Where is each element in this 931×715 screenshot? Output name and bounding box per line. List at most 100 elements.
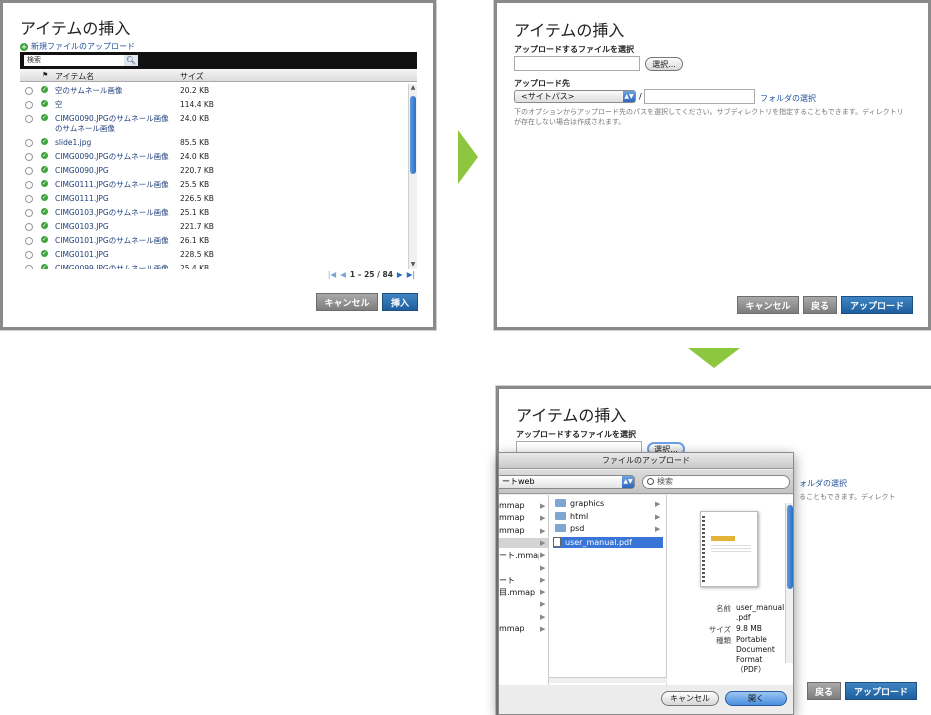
cancel-button[interactable]: キャンセル — [316, 293, 378, 311]
row-radio[interactable] — [25, 115, 33, 123]
row-name[interactable]: CIMG0101.JPG — [55, 250, 175, 260]
row-name[interactable]: slide1.jpg — [55, 138, 175, 148]
table-row[interactable]: ✓ slide1.jpg 85.5 KB — [20, 135, 417, 149]
preview-scrollbar[interactable] — [785, 503, 793, 663]
sheet-search-input[interactable]: 検索 — [642, 475, 790, 489]
new-file-upload-link[interactable]: + 新規ファイルのアップロード — [20, 41, 135, 52]
row-name[interactable]: CIMG0099.JPGのサムネール画像 — [55, 264, 175, 269]
first-page-icon[interactable]: |◀ — [328, 270, 336, 279]
sheet-cancel-button[interactable]: キャンセル — [661, 691, 719, 706]
choose-file-button[interactable]: 選択... — [645, 57, 683, 71]
row-radio[interactable] — [25, 181, 33, 189]
row-radio[interactable] — [25, 87, 33, 95]
browser-item[interactable]: graphics — [555, 499, 661, 510]
table-row[interactable]: ✓ CIMG0099.JPGのサムネール画像 25.4 KB — [20, 261, 417, 269]
browser-item[interactable]: html — [555, 511, 661, 523]
destination-hint: ることもできます。ディレクト — [799, 493, 896, 501]
browser-item[interactable]: mmap — [499, 513, 539, 522]
prev-page-icon[interactable]: ◀ — [340, 270, 346, 279]
checkmark-icon: ✓ — [41, 180, 48, 187]
search-icon[interactable]: 🔍︎ — [124, 55, 138, 66]
destination-select[interactable]: <サイトパス> ▲▼ — [514, 90, 636, 103]
checkmark-icon: ✓ — [41, 250, 48, 257]
table-row[interactable]: ✓ CIMG0111.JPGのサムネール画像 25.5 KB — [20, 177, 417, 191]
select-folder-link[interactable]: フォルダの選択 — [760, 93, 816, 104]
search-input[interactable]: 検索 — [24, 55, 138, 66]
browser-item-selected[interactable]: user_manual.pdf — [553, 536, 663, 548]
table-row[interactable]: ✓ CIMG0090.JPGのサムネール画像のサムネール画像 24.0 KB — [20, 111, 417, 135]
table-scrollbar[interactable]: ▲ ▼ — [408, 84, 417, 269]
browser-item[interactable]: psd — [555, 524, 661, 535]
row-radio[interactable] — [25, 153, 33, 161]
table-row[interactable]: ✓ CIMG0090.JPGのサムネール画像 24.0 KB — [20, 149, 417, 163]
scroll-thumb[interactable] — [787, 505, 793, 589]
browser-item-label: html — [570, 511, 589, 521]
browser-item[interactable]: ート — [499, 575, 539, 586]
row-name[interactable]: CIMG0111.JPGのサムネール画像 — [55, 180, 175, 190]
row-size: 85.5 KB — [180, 138, 210, 147]
browser-item[interactable]: mmap — [499, 501, 539, 510]
subdirectory-input[interactable] — [644, 89, 755, 104]
back-button[interactable]: 戻る — [803, 296, 837, 314]
flag-column-icon[interactable]: ⚑ — [42, 71, 48, 79]
pagination: |◀ ◀ 1 – 25 / 84 ▶ ▶| — [328, 270, 415, 279]
row-radio[interactable] — [25, 209, 33, 217]
table-row[interactable]: ✓ CIMG0111.JPG 226.5 KB — [20, 191, 417, 205]
chevron-right-icon: ▶ — [540, 612, 546, 621]
table-row[interactable]: ✓ CIMG0103.JPG 221.7 KB — [20, 219, 417, 233]
last-page-icon[interactable]: ▶| — [407, 270, 415, 279]
table-row[interactable]: ✓ CIMG0101.JPGのサムネール画像 26.1 KB — [20, 233, 417, 247]
column-header-name[interactable]: アイテム名 — [55, 71, 94, 82]
row-radio[interactable] — [25, 101, 33, 109]
row-name[interactable]: CIMG0111.JPG — [55, 194, 175, 204]
browser-item[interactable]: mmap — [499, 624, 539, 633]
browser-item[interactable]: ート.mmap — [499, 550, 539, 561]
chevron-right-icon: ▶ — [540, 551, 546, 560]
cancel-button[interactable]: キャンセル — [737, 296, 799, 314]
open-button[interactable]: 開く — [725, 691, 787, 706]
scroll-up-icon[interactable]: ▲ — [409, 84, 417, 92]
browser-column-1: mmap ▶ mmap ▶ mmap ▶ ▶ ート.mmap ▶ ▶ ート ▶ 目.mmap ▶ ▶ ▶ mma… — [499, 495, 549, 685]
file-path-input[interactable] — [514, 56, 640, 71]
row-radio[interactable] — [25, 237, 33, 245]
scroll-thumb[interactable] — [410, 96, 416, 174]
row-name[interactable]: CIMG0101.JPGのサムネール画像 — [55, 236, 175, 246]
row-name[interactable]: CIMG0090.JPG — [55, 166, 175, 176]
browser-item[interactable]: 目.mmap — [499, 587, 539, 598]
row-radio[interactable] — [25, 223, 33, 231]
upload-button[interactable]: アップロード — [841, 296, 913, 314]
upload-button[interactable]: アップロード — [845, 682, 917, 700]
table-row[interactable]: ✓ 空のサムネール画像 20.2 KB — [20, 83, 417, 97]
page-indicator: 1 – 25 / 84 — [349, 270, 393, 279]
table-row[interactable]: ✓ CIMG0101.JPG 228.5 KB — [20, 247, 417, 261]
chevron-right-icon: ▶ — [655, 512, 661, 521]
table-row[interactable]: ✓ 空 114.4 KB — [20, 97, 417, 111]
insert-button[interactable]: 挿入 — [382, 293, 418, 311]
row-size: 220.7 KB — [180, 166, 214, 175]
row-name[interactable]: CIMG0103.JPG — [55, 222, 175, 232]
column-header-size[interactable]: サイズ — [180, 71, 204, 82]
dialog-title: アイテムの挿入 — [514, 21, 625, 40]
search-icon — [647, 478, 654, 485]
row-name[interactable]: CIMG0090.JPGのサムネール画像のサムネール画像 — [55, 114, 175, 134]
select-folder-link[interactable]: ォルダの選択 — [799, 478, 847, 489]
scroll-down-icon[interactable]: ▼ — [409, 261, 417, 269]
destination-label: アップロード先 — [514, 79, 570, 88]
next-page-icon[interactable]: ▶ — [397, 270, 403, 279]
back-button[interactable]: 戻る — [807, 682, 841, 700]
row-radio[interactable] — [25, 195, 33, 203]
row-name[interactable]: 空のサムネール画像 — [55, 86, 175, 96]
column-scrollbar[interactable] — [549, 677, 667, 683]
row-radio[interactable] — [25, 139, 33, 147]
row-radio[interactable] — [25, 251, 33, 259]
row-radio[interactable] — [25, 265, 33, 269]
table-row[interactable]: ✓ CIMG0090.JPG 220.7 KB — [20, 163, 417, 177]
table-row[interactable]: ✓ CIMG0103.JPGのサムネール画像 25.1 KB — [20, 205, 417, 219]
browser-item[interactable]: mmap — [499, 526, 539, 535]
row-name[interactable]: CIMG0103.JPGのサムネール画像 — [55, 208, 175, 218]
row-name[interactable]: 空 — [55, 100, 175, 110]
row-name[interactable]: CIMG0090.JPGのサムネール画像 — [55, 152, 175, 162]
location-popup[interactable]: ートweb ▲▼ — [499, 475, 635, 489]
row-radio[interactable] — [25, 167, 33, 175]
flow-arrow-right-icon — [458, 130, 478, 184]
